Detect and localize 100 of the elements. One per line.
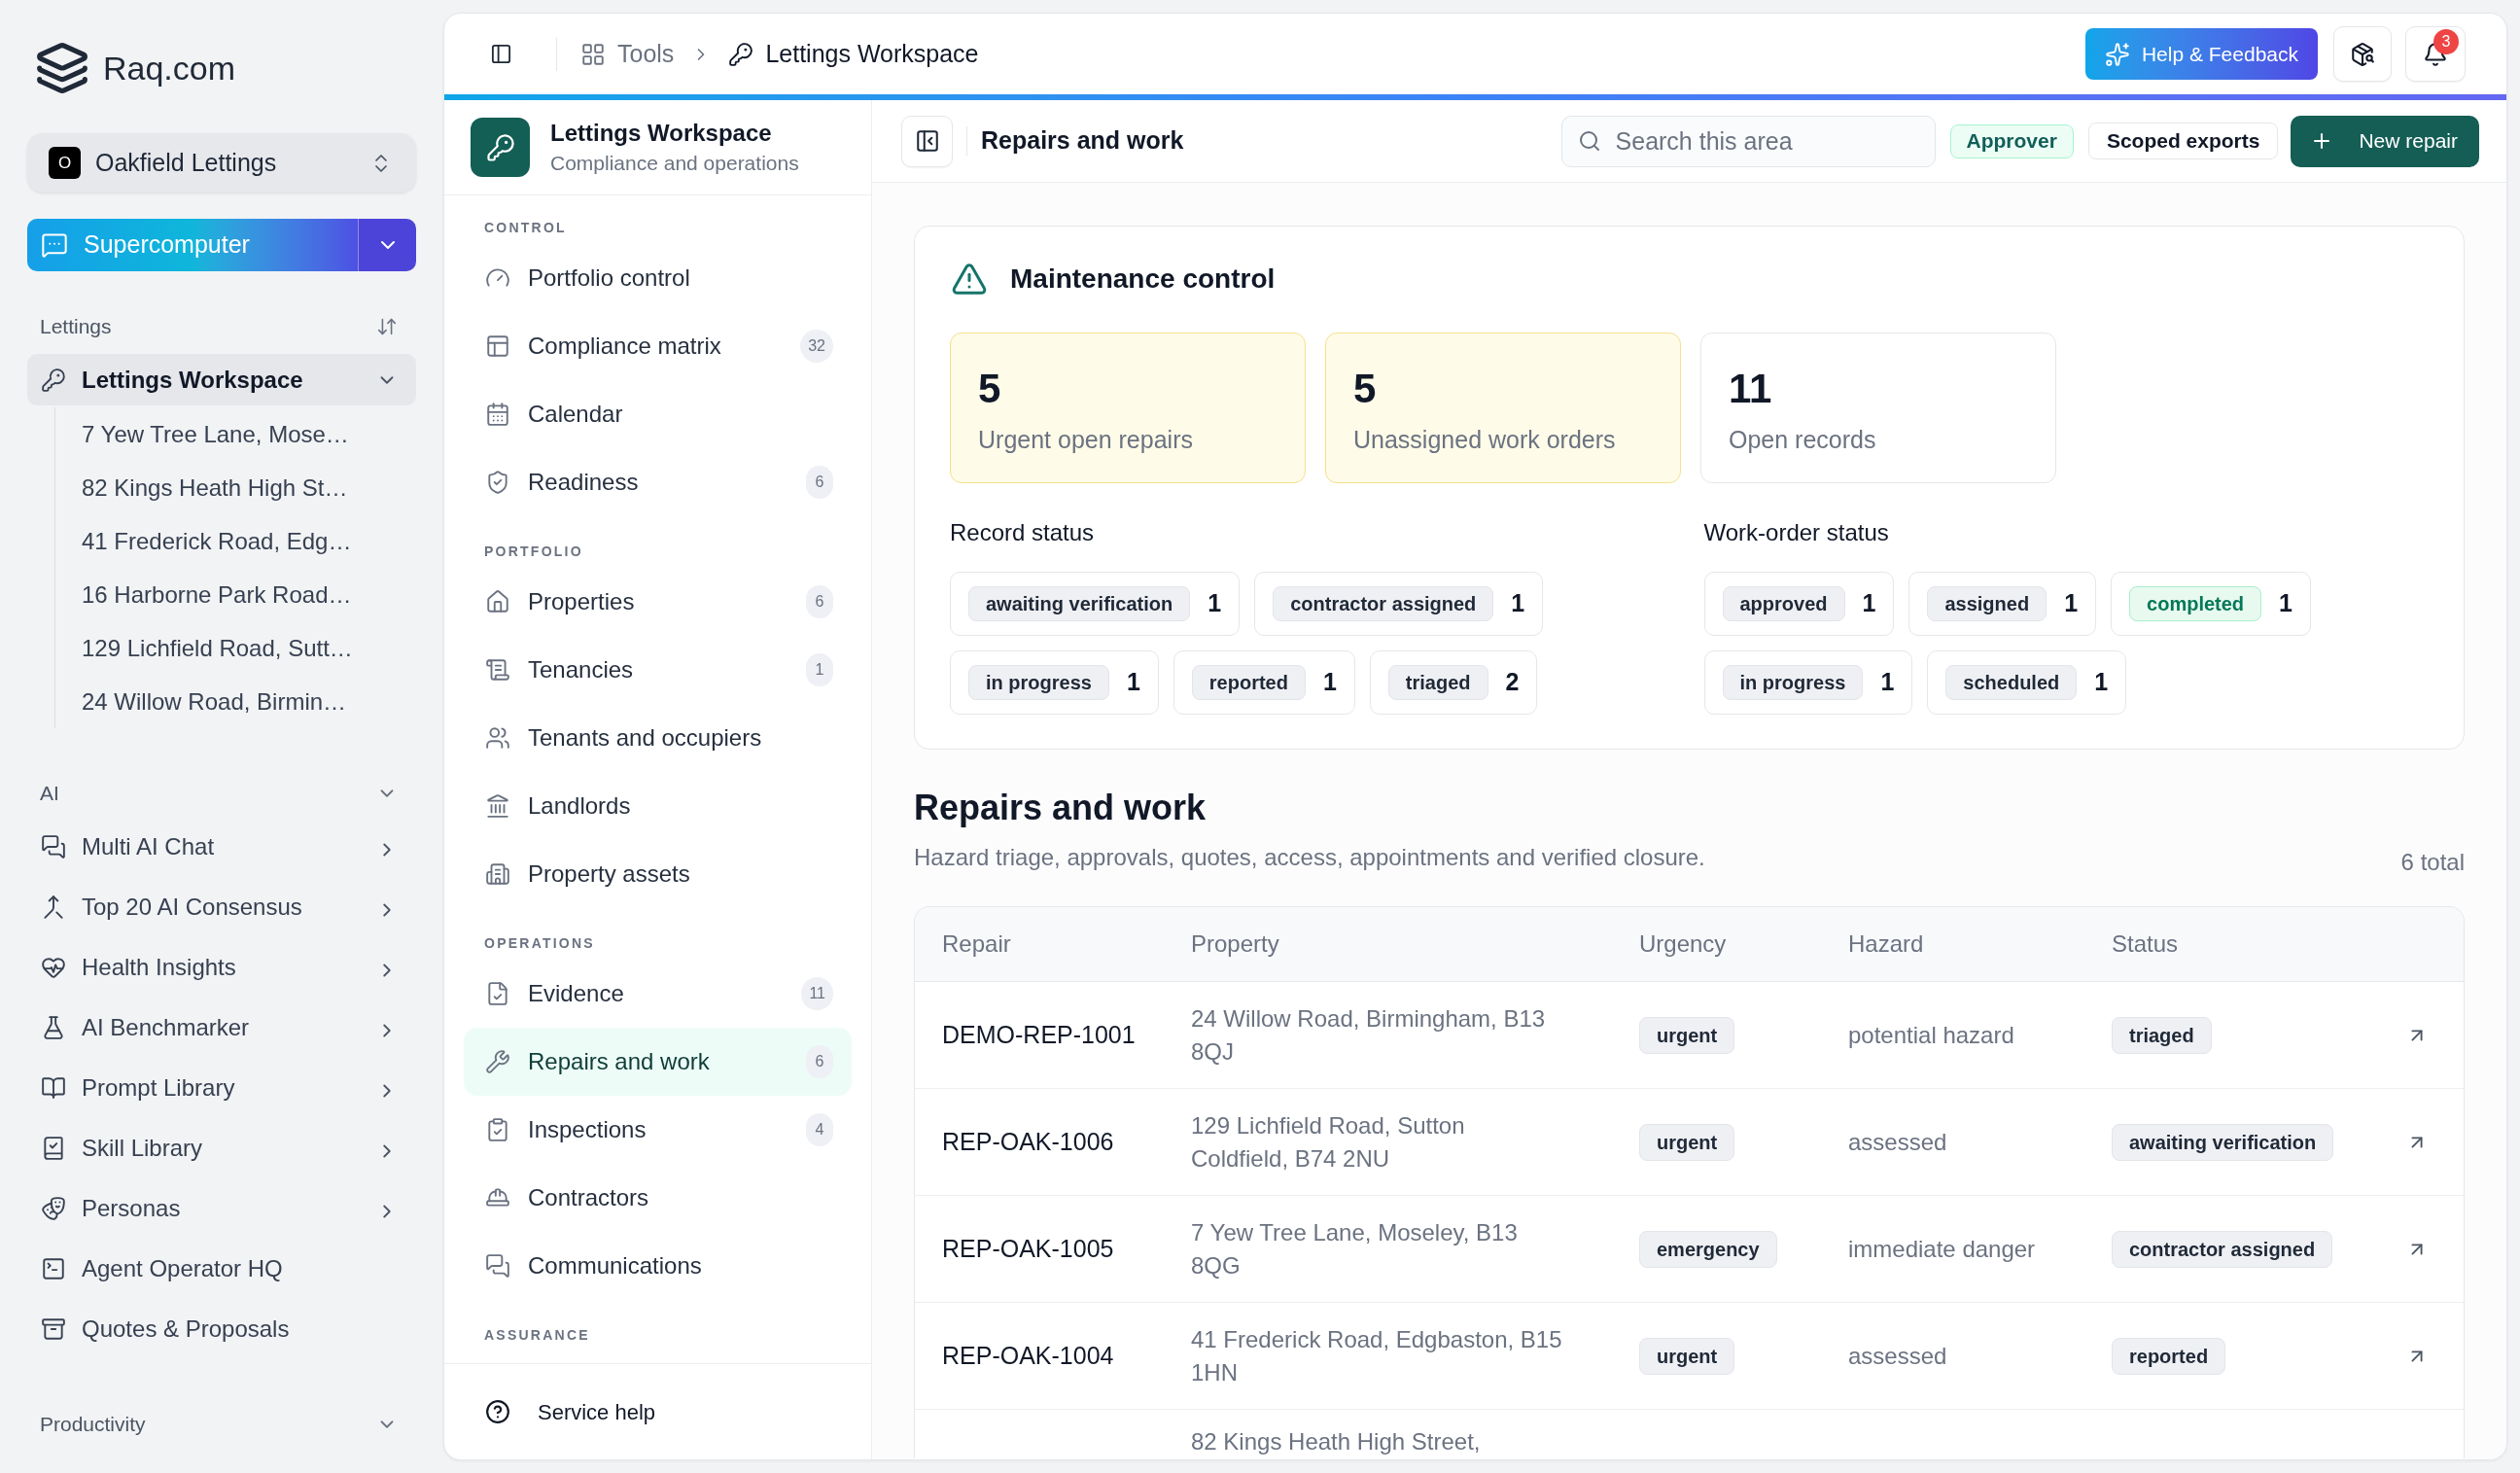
status-count: 1: [1862, 588, 1876, 619]
key-icon: [471, 118, 530, 177]
sidebar-item[interactable]: Agent Operator HQ: [27, 1239, 416, 1299]
sparkles-icon: [2104, 41, 2130, 67]
nav-item[interactable]: Properties 6: [464, 568, 852, 636]
status-group-title: Record status: [950, 519, 1095, 546]
sidebar-subitem[interactable]: 7 Yew Tree Lane, Mose…: [55, 407, 416, 461]
sidebar-item[interactable]: Multi AI Chat: [27, 817, 416, 877]
section-label: Lettings: [40, 314, 112, 340]
sort-icon[interactable]: [376, 316, 398, 337]
nav-item[interactable]: Repairs and work 6: [464, 1028, 852, 1096]
status-tag: awaiting verification: [2112, 1123, 2334, 1161]
stat-value: 5: [978, 365, 1001, 413]
urgency-tag: urgent: [1639, 1016, 1735, 1054]
chat-bubbles-icon: [41, 834, 66, 859]
count-badge: 1: [806, 653, 833, 686]
sidebar-item[interactable]: Health Insights: [27, 937, 416, 998]
section-label: AI: [40, 781, 59, 807]
organization-switcher[interactable]: O Oakfield Lettings: [27, 133, 416, 193]
sidebar-item[interactable]: Prompt Library: [27, 1058, 416, 1118]
warning-triangle-icon: [951, 261, 988, 298]
scoped-exports-button[interactable]: Scoped exports: [2087, 123, 2279, 159]
help-feedback-button[interactable]: Help & Feedback: [2084, 28, 2318, 80]
nav-item[interactable]: Portfolio control: [464, 244, 852, 312]
nav-item[interactable]: Contractors: [464, 1164, 852, 1232]
count-badge: 6: [806, 1045, 833, 1078]
service-help-link[interactable]: Service help: [485, 1395, 656, 1428]
nav-item[interactable]: Property assets: [464, 840, 852, 908]
role-tag: Approver: [1949, 123, 2074, 158]
sidebar-item[interactable]: Lettings Workspace: [27, 354, 416, 405]
stat-label: Unassigned work orders: [1353, 425, 1616, 454]
sidebar-item[interactable]: Skill Library: [27, 1118, 416, 1178]
open-book-icon: [41, 1075, 66, 1101]
status-tag: contractor assigned: [2112, 1230, 2333, 1268]
sidebar-subitem[interactable]: 41 Frederick Road, Edg…: [55, 514, 416, 568]
hazard-text: potential hazard: [1848, 1021, 2014, 1048]
nav-item[interactable]: Calendar: [464, 380, 852, 448]
stat-label: Urgent open repairs: [978, 425, 1193, 454]
breadcrumb-link[interactable]: Tools: [580, 35, 675, 73]
status-tag: assigned: [1927, 586, 2048, 621]
package-search-button[interactable]: [2333, 26, 2392, 82]
sidebar-subitem[interactable]: 129 Lichfield Road, Sutt…: [55, 621, 416, 675]
layout-panels-icon: [485, 333, 510, 359]
column-header: Urgency: [1639, 930, 1727, 957]
calendar-icon: [485, 402, 510, 427]
sidebar-item[interactable]: Personas: [27, 1178, 416, 1239]
status-tag: triaged: [2112, 1016, 2212, 1054]
repair-id: REP-OAK-1005: [942, 1234, 1114, 1262]
group-label: ASSURANCE: [484, 1325, 590, 1345]
status-tag: contractor assigned: [1273, 586, 1494, 621]
clipboard-check-icon: [485, 1117, 510, 1142]
building-icon: [485, 861, 510, 887]
nav-item[interactable]: Tenants and occupiers: [464, 704, 852, 772]
status-tag: in progress: [1722, 665, 1864, 700]
shield-check-icon: [485, 470, 510, 495]
repair-id: DEMO-REP-1001: [942, 1020, 1136, 1048]
search-field[interactable]: Search this area: [1560, 115, 1936, 167]
property-address: 129 Lichfield Road, Sutton Coldfield, B74 2NU: [1191, 1110, 1466, 1174]
nav-item[interactable]: Evidence 11: [464, 960, 852, 1028]
column-header: Hazard: [1848, 930, 1924, 957]
column-header: Property: [1191, 930, 1279, 957]
sidebar-subitem[interactable]: 24 Willow Road, Birmin…: [55, 675, 416, 728]
count-badge: 6: [806, 585, 833, 618]
file-check-icon: [485, 981, 510, 1006]
new-repair-button[interactable]: New repair: [2291, 115, 2479, 167]
house-icon: [485, 589, 510, 614]
status-group-title: Work-order status: [1703, 519, 1889, 546]
grid-icon: [580, 41, 606, 67]
panel-collapse-icon: [914, 128, 940, 154]
sidebar-subitem[interactable]: 82 Kings Heath High St…: [55, 461, 416, 514]
status-count: 2: [1505, 667, 1520, 698]
message-dots-icon: [41, 231, 68, 259]
nav-item[interactable]: Inspections 4: [464, 1096, 852, 1164]
sidebar-item[interactable]: Top 20 AI Consensus: [27, 877, 416, 937]
status-tag: approved: [1722, 586, 1845, 621]
group-label: PORTFOLIO: [484, 542, 583, 561]
key-icon: [728, 41, 754, 67]
notifications-button[interactable]: 3: [2405, 26, 2466, 82]
property-address: 7 Yew Tree Lane, Moseley, B13 8QG: [1191, 1217, 1519, 1280]
notification-count: 3: [2433, 29, 2459, 54]
urgency-tag: urgent: [1639, 1337, 1735, 1375]
group-label: CONTROL: [484, 218, 567, 237]
column-header: Status: [2112, 930, 2179, 957]
nav-item[interactable]: Readiness 6: [464, 448, 852, 516]
collapse-panel-button[interactable]: [901, 115, 953, 167]
sidebar-item[interactable]: Quotes & Proposals: [27, 1299, 416, 1359]
nav-item[interactable]: Compliance matrix 32: [464, 312, 852, 380]
status-tag: in progress: [968, 665, 1109, 700]
status-count: 1: [2064, 588, 2079, 619]
nav-item[interactable]: Communications: [464, 1232, 852, 1300]
nav-item[interactable]: Landlords: [464, 772, 852, 840]
breadcrumb-link[interactable]: Lettings Workspace: [728, 35, 979, 73]
count-badge: 11: [801, 977, 833, 1010]
nav-item[interactable]: Tenancies 1: [464, 636, 852, 704]
sidebar-item[interactable]: AI Benchmarker: [27, 998, 416, 1058]
sidebar-subitem[interactable]: 16 Harborne Park Road…: [55, 568, 416, 621]
supercomputer-menu-button[interactable]: [358, 219, 416, 271]
users-icon: [485, 725, 510, 751]
count-badge: 4: [806, 1113, 833, 1146]
property-address: 82 Kings Heath High Street,: [1191, 1427, 1482, 1456]
